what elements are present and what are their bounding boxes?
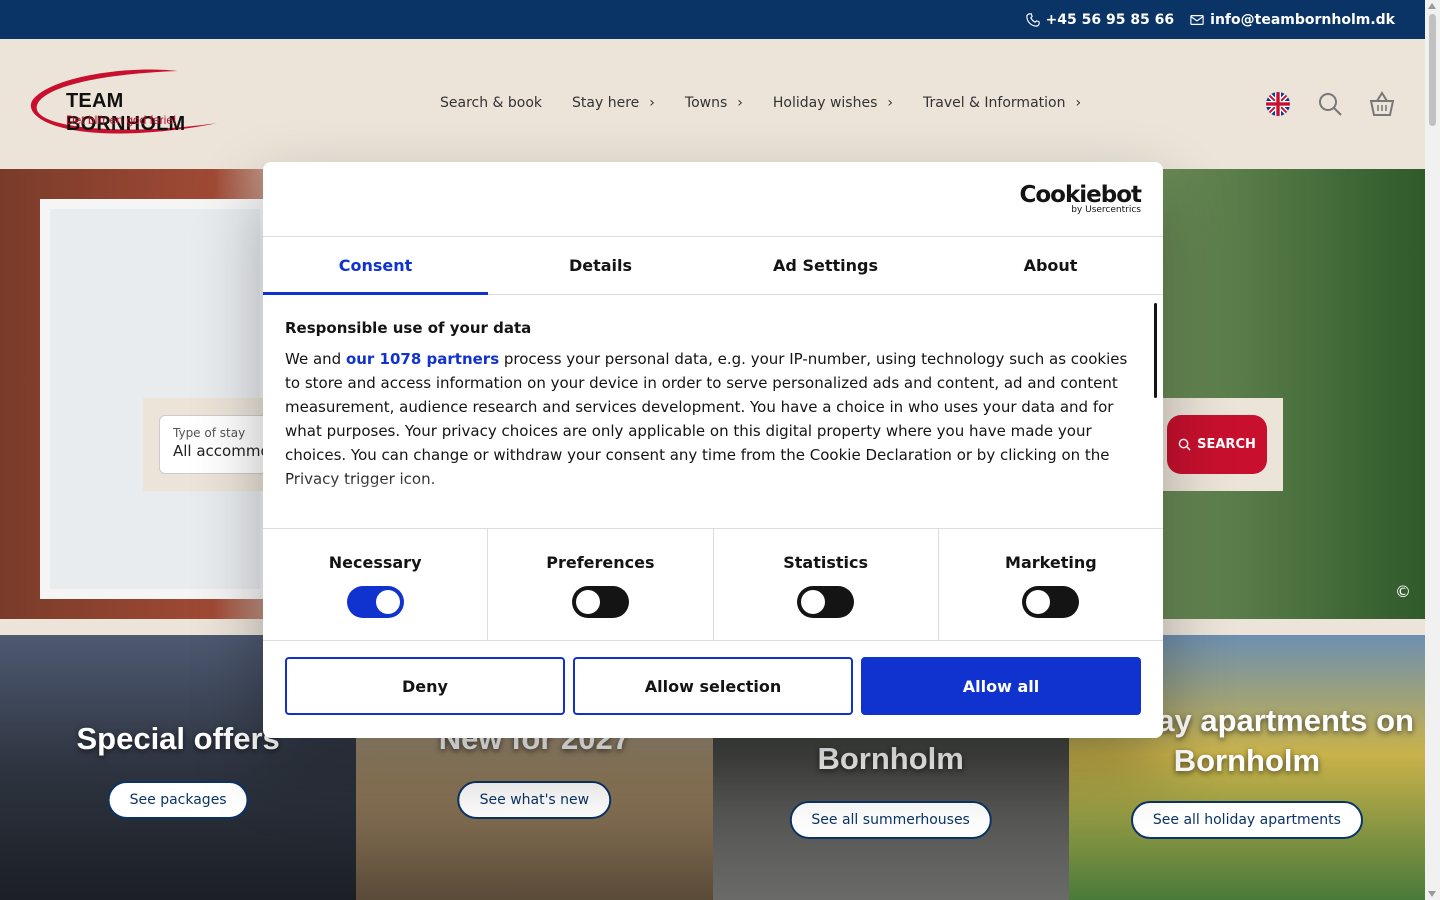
chevron-right-icon: › (887, 95, 893, 111)
see-all-summerhouses-button[interactable]: See all summerhouses (789, 801, 992, 839)
copyright-icon[interactable]: © (1395, 582, 1411, 601)
chevron-right-icon: › (1075, 95, 1082, 111)
top-contact-bar: +45 56 95 85 66 info@teambornholm.dk (0, 0, 1425, 39)
cookie-consent-dialog: Cookiebot by Usercentrics Consent Detail… (263, 162, 1163, 738)
search-button[interactable]: SEARCH (1167, 415, 1267, 474)
basket-icon[interactable] (1369, 91, 1395, 117)
toggle-knob (801, 590, 826, 614)
nav-search-book[interactable]: Search & book (440, 95, 542, 111)
scrollbar-thumb[interactable] (1429, 14, 1436, 126)
nav-stay-here[interactable]: Stay here › (572, 95, 655, 111)
tab-ad-settings[interactable]: Ad Settings (713, 237, 938, 294)
partners-link[interactable]: our 1078 partners (346, 350, 499, 368)
scroll-down-icon[interactable] (1428, 891, 1436, 897)
toggle-knob (1026, 590, 1051, 614)
deny-button[interactable]: Deny (285, 657, 565, 715)
email-link[interactable]: info@teambornholm.dk (1190, 12, 1395, 28)
main-nav: Search & book Stay here › Towns › Holiday … (440, 95, 1081, 111)
consent-actions: Deny Allow selection Allow all (263, 641, 1163, 731)
category-marketing: Marketing (939, 529, 1163, 640)
card-title: Bornholm (817, 741, 964, 776)
category-necessary: Necessary (263, 529, 489, 640)
category-statistics: Statistics (714, 529, 939, 640)
dialog-tabs: Consent Details Ad Settings About (263, 237, 1163, 295)
phone-number: +45 56 95 85 66 (1045, 11, 1175, 28)
dialog-header: Cookiebot by Usercentrics (263, 162, 1163, 237)
scroll-up-icon[interactable] (1428, 3, 1436, 9)
see-whats-new-button[interactable]: See what's new (457, 781, 612, 819)
team-bornholm-logo[interactable]: TEAM BORNHOLM Det bli'r en god ferie! (28, 67, 233, 137)
header-actions (1265, 91, 1395, 117)
nav-towns[interactable]: Towns › (685, 95, 743, 111)
see-packages-button[interactable]: See packages (107, 781, 249, 819)
search-icon[interactable] (1317, 91, 1343, 117)
statistics-toggle[interactable] (797, 586, 855, 618)
allow-all-button[interactable]: Allow all (861, 657, 1141, 715)
mail-icon (1190, 14, 1204, 25)
cookiebot-logo: Cookiebot by Usercentrics (1019, 182, 1142, 215)
consent-categories: Necessary Preferences Statistics Marketi… (263, 528, 1163, 641)
text-scrollbar[interactable] (1154, 303, 1157, 398)
preferences-toggle[interactable] (571, 586, 629, 618)
necessary-toggle[interactable] (346, 586, 404, 618)
chevron-right-icon: › (649, 95, 655, 111)
toggle-knob (375, 590, 400, 614)
nav-travel-information[interactable]: Travel & Information › (923, 95, 1081, 111)
tab-details[interactable]: Details (488, 237, 713, 294)
search-icon (1178, 438, 1191, 451)
logo-tagline: Det bli'r en god ferie! (66, 113, 177, 127)
toggle-knob (575, 590, 600, 614)
email-address: info@teambornholm.dk (1210, 11, 1395, 28)
chevron-right-icon: › (737, 95, 743, 111)
see-all-holiday-apartments-button[interactable]: See all holiday apartments (1130, 801, 1363, 839)
uk-flag-icon[interactable] (1265, 91, 1291, 117)
phone-icon (1025, 12, 1040, 27)
allow-selection-button[interactable]: Allow selection (573, 657, 853, 715)
phone-link[interactable]: +45 56 95 85 66 (1025, 11, 1175, 28)
consent-heading: Responsible use of your data (285, 319, 532, 337)
category-preferences: Preferences (488, 529, 714, 640)
tab-about[interactable]: About (938, 237, 1163, 294)
tab-consent[interactable]: Consent (263, 237, 488, 295)
text-fade-overlay (263, 472, 1163, 528)
page-scrollbar[interactable] (1425, 0, 1440, 900)
nav-holiday-wishes[interactable]: Holiday wishes › (773, 95, 893, 111)
site-header: TEAM BORNHOLM Det bli'r en god ferie! Se… (0, 39, 1425, 169)
consent-text-panel[interactable]: Responsible use of your data We and our … (263, 295, 1163, 528)
marketing-toggle[interactable] (1022, 586, 1080, 618)
consent-description: We and our 1078 partners process your pe… (285, 350, 1128, 488)
